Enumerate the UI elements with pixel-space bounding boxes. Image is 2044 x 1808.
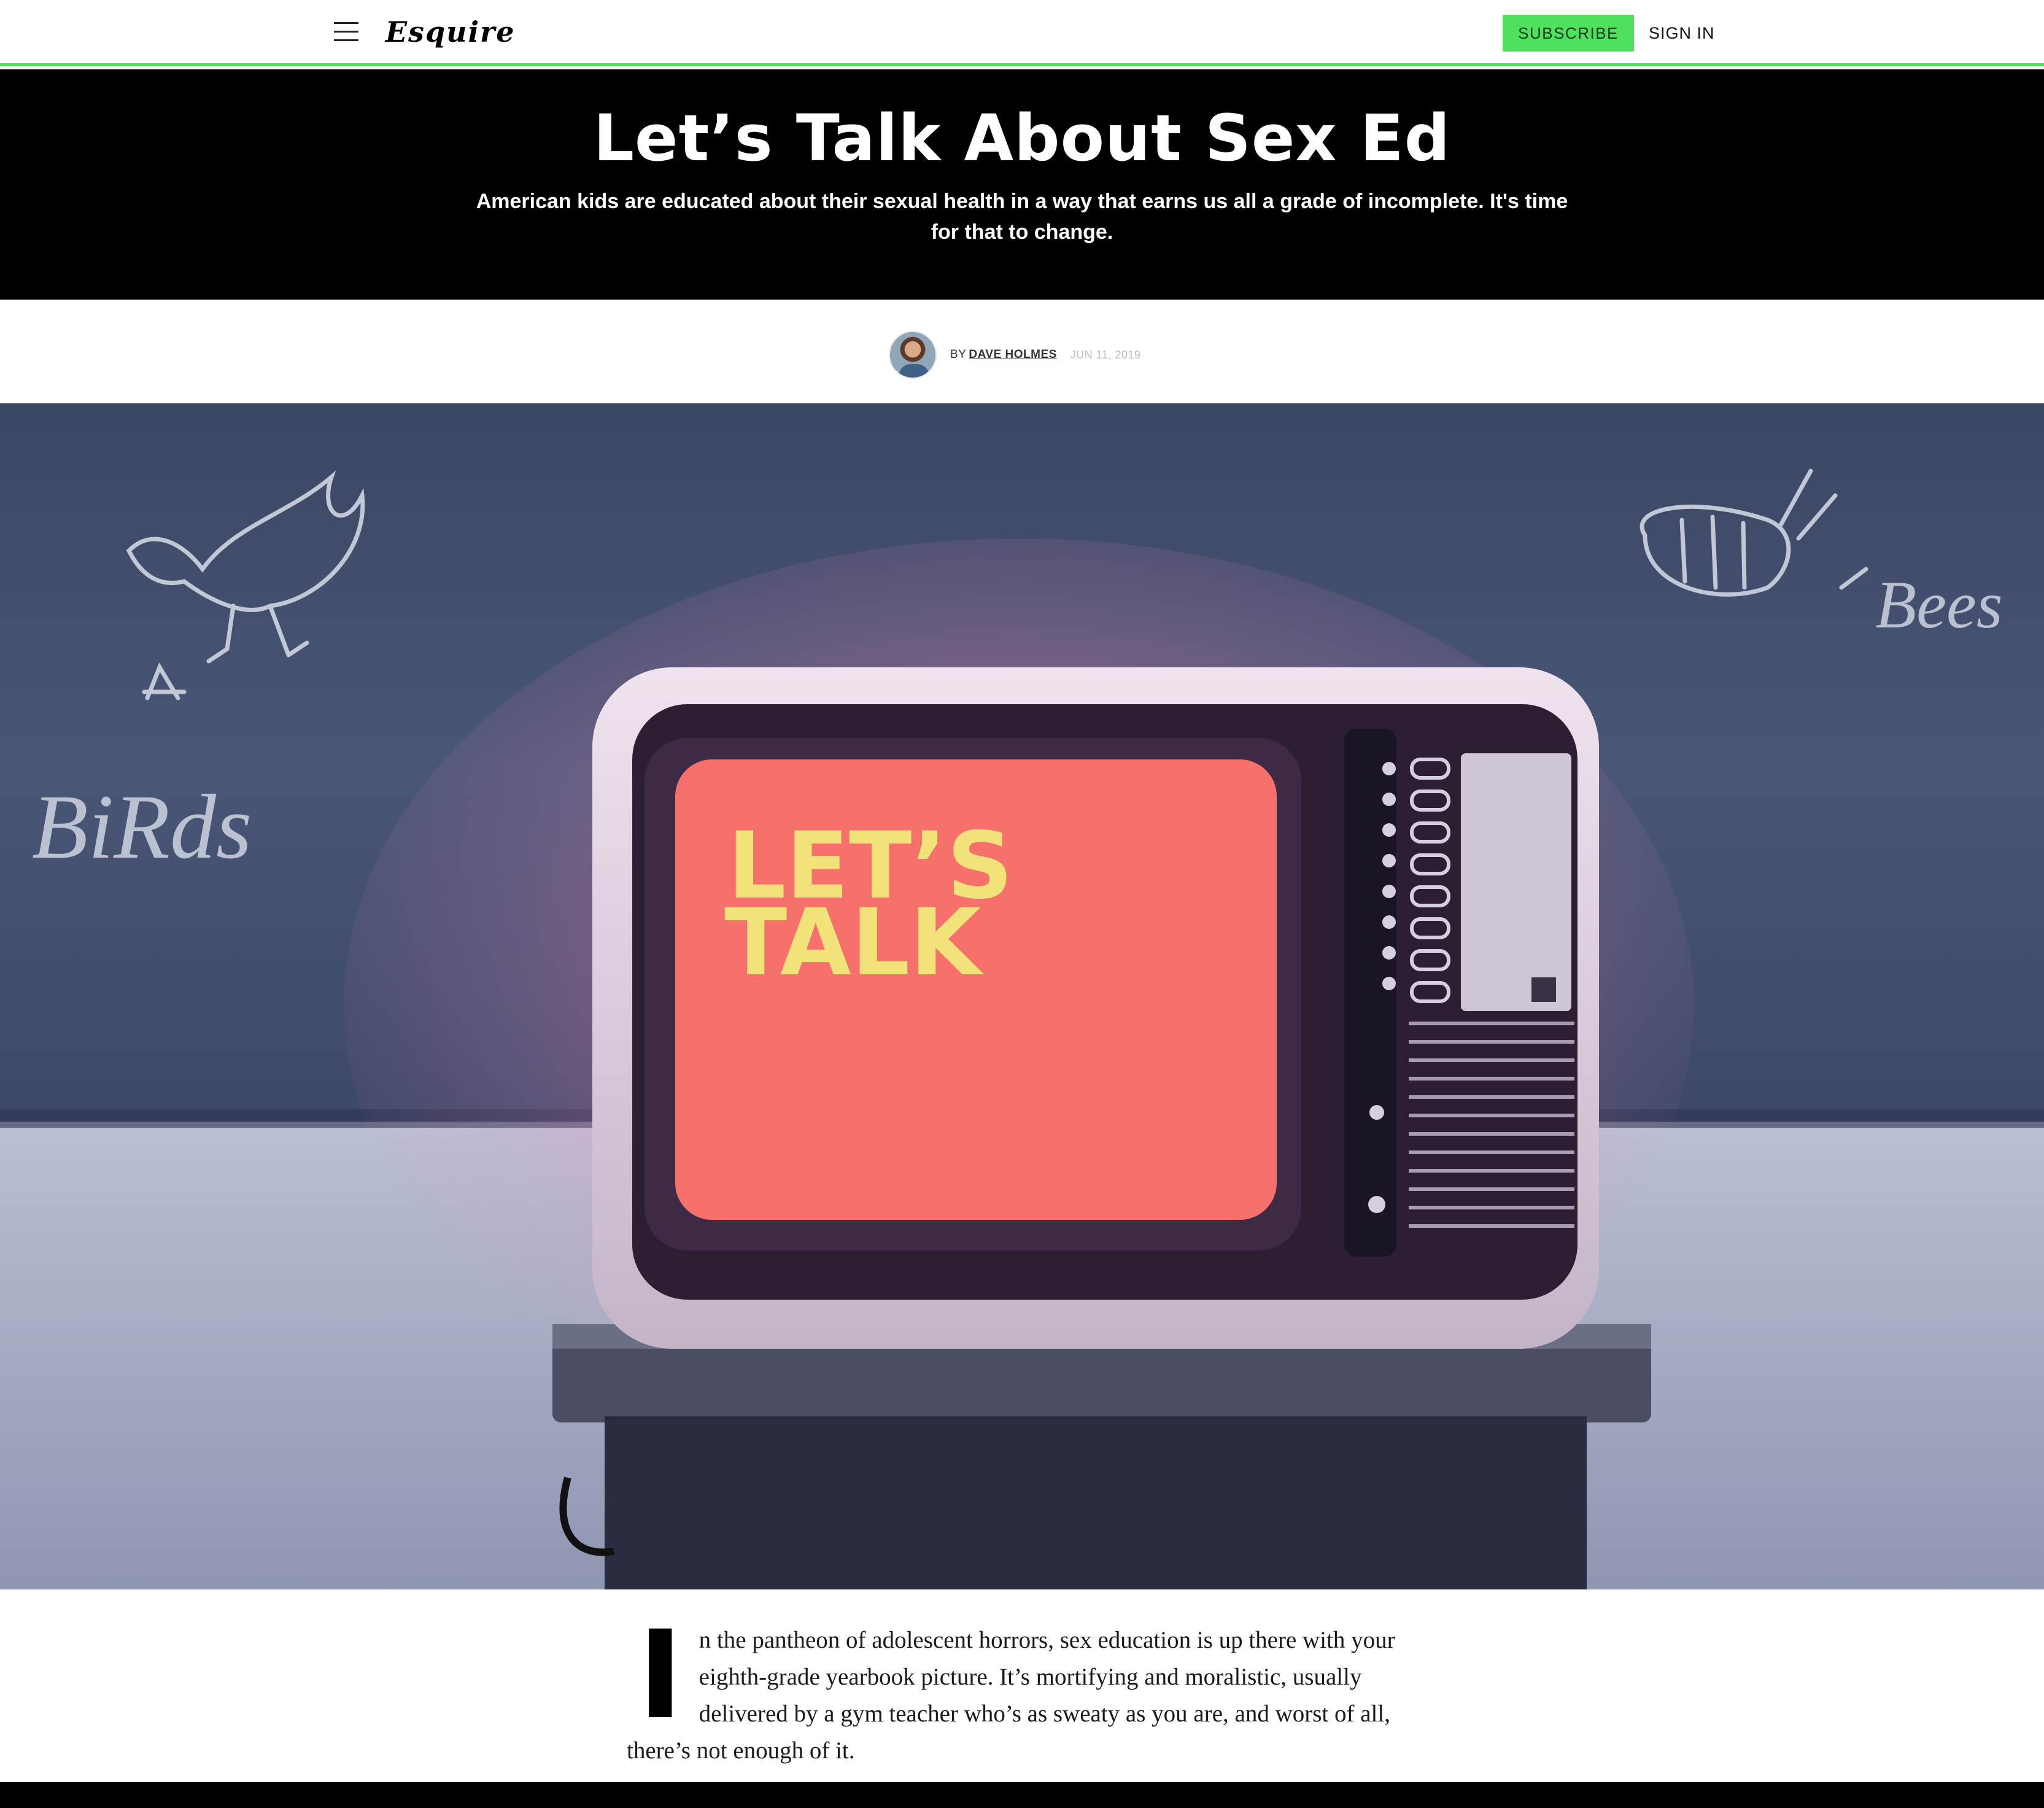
site-logo[interactable]: Esquire xyxy=(385,14,516,50)
screen-text-line2: TALK xyxy=(724,890,984,996)
sign-in-link[interactable]: SIGN IN xyxy=(1649,15,1715,52)
byline: BY DAVE HOLMES JUN 11, 2019 xyxy=(889,330,1141,379)
article-title: Let’s Talk About Sex Ed xyxy=(593,101,1451,176)
first-paragraph: n the pantheon of adolescent horrors, se… xyxy=(627,1627,1395,1764)
subscribe-button[interactable]: SUBSCRIBE xyxy=(1503,15,1634,52)
article-body: I n the pantheon of adolescent horrors, … xyxy=(627,1604,1425,1769)
hamburger-menu-icon[interactable] xyxy=(334,21,358,43)
author-avatar[interactable] xyxy=(889,331,937,379)
article-header: Let’s Talk About Sex Ed American kids ar… xyxy=(0,69,2044,300)
article-dek: American kids are educated about their s… xyxy=(476,190,1568,244)
author-link[interactable]: DAVE HOLMES xyxy=(969,348,1056,362)
bottom-bar xyxy=(0,1782,2044,1808)
publish-date: JUN 11, 2019 xyxy=(1070,348,1141,361)
chalk-bees-text: Bees xyxy=(1875,567,2003,642)
drop-cap: I xyxy=(638,1604,683,1746)
lead-image: BiRds Bees LET’S TALK xyxy=(0,403,2044,1589)
chalk-birds-text: BiRds xyxy=(32,776,252,878)
top-nav: Esquire SUBSCRIBE SIGN IN xyxy=(0,0,2044,66)
byline-prefix: BY xyxy=(950,348,967,361)
